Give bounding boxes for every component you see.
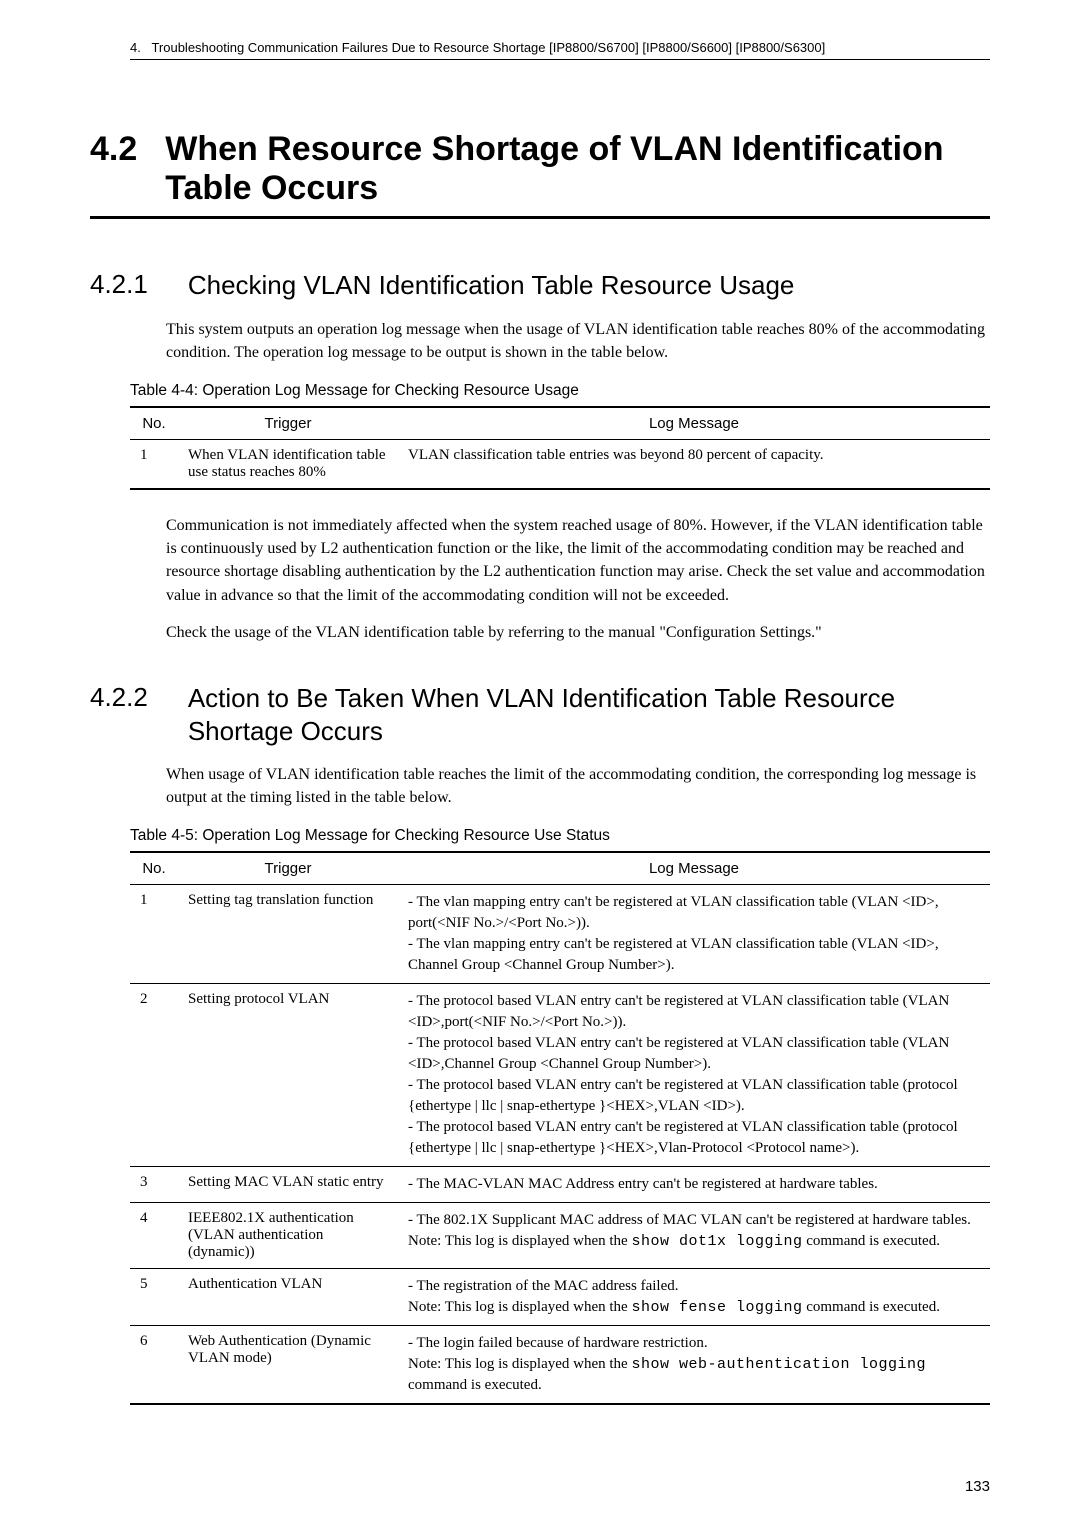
cell-trigger: Setting MAC VLAN static entry [178,1167,398,1203]
log-line: - The vlan mapping entry can't be regist… [408,934,980,976]
sub421-body: This system outputs an operation log mes… [130,318,990,364]
table-row: 4 IEEE802.1X authentication (VLAN authen… [130,1203,990,1269]
th-no: No. [130,852,178,885]
sub422-para1: When usage of VLAN identification table … [166,763,990,809]
cell-no: 1 [130,885,178,984]
sub422-body: When usage of VLAN identification table … [130,763,990,809]
section-title: When Resource Shortage of VLAN Identific… [165,130,990,208]
log-line: - The vlan mapping entry can't be regist… [408,892,980,934]
section-heading: 4.2 When Resource Shortage of VLAN Ident… [90,130,990,208]
note-suffix: command is executed. [802,1299,939,1315]
cell-no: 4 [130,1203,178,1269]
log-line: - The login failed because of hardware r… [408,1333,980,1354]
subsection-number: 4.2.2 [90,682,148,713]
page: 4. Troubleshooting Communication Failure… [0,0,1080,1527]
table44-caption: Table 4-4: Operation Log Message for Che… [130,382,990,400]
cell-log: - The MAC-VLAN MAC Address entry can't b… [398,1167,990,1203]
note-suffix: command is executed. [408,1377,542,1393]
running-header: 4. Troubleshooting Communication Failure… [130,40,990,60]
cell-no: 6 [130,1326,178,1405]
log-line: - The registration of the MAC address fa… [408,1276,980,1297]
section-rule [90,216,990,219]
subsection-422-heading: 4.2.2 Action to Be Taken When VLAN Ident… [90,682,990,747]
cell-no: 1 [130,440,178,490]
header-chapter-title: Troubleshooting Communication Failures D… [151,40,825,55]
sub421-para2: Communication is not immediately affecte… [166,514,990,607]
table45-header-row: No. Trigger Log Message [130,852,990,885]
log-note: Note: This log is displayed when the sho… [408,1354,980,1396]
cell-log: - The vlan mapping entry can't be regist… [398,885,990,984]
note-command: show fense logging [631,1299,802,1316]
table-row: 3 Setting MAC VLAN static entry - The MA… [130,1167,990,1203]
note-command: show dot1x logging [631,1233,802,1250]
page-number: 133 [965,1478,990,1495]
cell-log: - The 802.1X Supplicant MAC address of M… [398,1203,990,1269]
log-line: - The protocol based VLAN entry can't be… [408,1075,980,1117]
table-row: 1 When VLAN identification table use sta… [130,440,990,490]
table-row: 5 Authentication VLAN - The registration… [130,1269,990,1326]
note-suffix: command is executed. [802,1233,939,1249]
log-note: Note: This log is displayed when the sho… [408,1297,980,1318]
log-line: - The MAC-VLAN MAC Address entry can't b… [408,1174,980,1195]
sub421-para3: Check the usage of the VLAN identificati… [166,621,990,644]
cell-trigger: Setting tag translation function [178,885,398,984]
cell-trigger: When VLAN identification table use statu… [178,440,398,490]
cell-no: 3 [130,1167,178,1203]
table-row: 1 Setting tag translation function - The… [130,885,990,984]
section-number: 4.2 [90,130,137,169]
log-note: Note: This log is displayed when the sho… [408,1231,980,1252]
cell-trigger: Web Authentication (Dynamic VLAN mode) [178,1326,398,1405]
table45-caption: Table 4-5: Operation Log Message for Che… [130,827,990,845]
table44: No. Trigger Log Message 1 When VLAN iden… [130,406,990,490]
th-trigger: Trigger [178,852,398,885]
cell-no: 5 [130,1269,178,1326]
subsection-title: Action to Be Taken When VLAN Identificat… [188,682,990,747]
log-line: - The protocol based VLAN entry can't be… [408,1117,980,1159]
cell-log: - The registration of the MAC address fa… [398,1269,990,1326]
subsection-421-heading: 4.2.1 Checking VLAN Identification Table… [90,269,990,302]
log-line: - The protocol based VLAN entry can't be… [408,1033,980,1075]
log-line: - The 802.1X Supplicant MAC address of M… [408,1210,980,1231]
header-chapter-num: 4. [130,40,141,55]
cell-log: VLAN classification table entries was be… [398,440,990,490]
cell-log: - The protocol based VLAN entry can't be… [398,984,990,1167]
subsection-title: Checking VLAN Identification Table Resou… [188,269,795,302]
cell-trigger: Authentication VLAN [178,1269,398,1326]
cell-trigger: IEEE802.1X authentication (VLAN authenti… [178,1203,398,1269]
note-prefix: Note: This log is displayed when the [408,1299,631,1315]
sub421-para1: This system outputs an operation log mes… [166,318,990,364]
table45: No. Trigger Log Message 1 Setting tag tr… [130,851,990,1405]
cell-trigger: Setting protocol VLAN [178,984,398,1167]
th-log: Log Message [398,852,990,885]
note-prefix: Note: This log is displayed when the [408,1233,631,1249]
th-log: Log Message [398,407,990,440]
table-row: 6 Web Authentication (Dynamic VLAN mode)… [130,1326,990,1405]
cell-log: - The login failed because of hardware r… [398,1326,990,1405]
table-row: 2 Setting protocol VLAN - The protocol b… [130,984,990,1167]
cell-no: 2 [130,984,178,1167]
sub421-body2: Communication is not immediately affecte… [130,514,990,644]
table44-header-row: No. Trigger Log Message [130,407,990,440]
subsection-number: 4.2.1 [90,269,148,300]
th-trigger: Trigger [178,407,398,440]
note-prefix: Note: This log is displayed when the [408,1356,631,1372]
th-no: No. [130,407,178,440]
log-line: - The protocol based VLAN entry can't be… [408,991,980,1033]
note-command: show web-authentication logging [631,1356,926,1373]
